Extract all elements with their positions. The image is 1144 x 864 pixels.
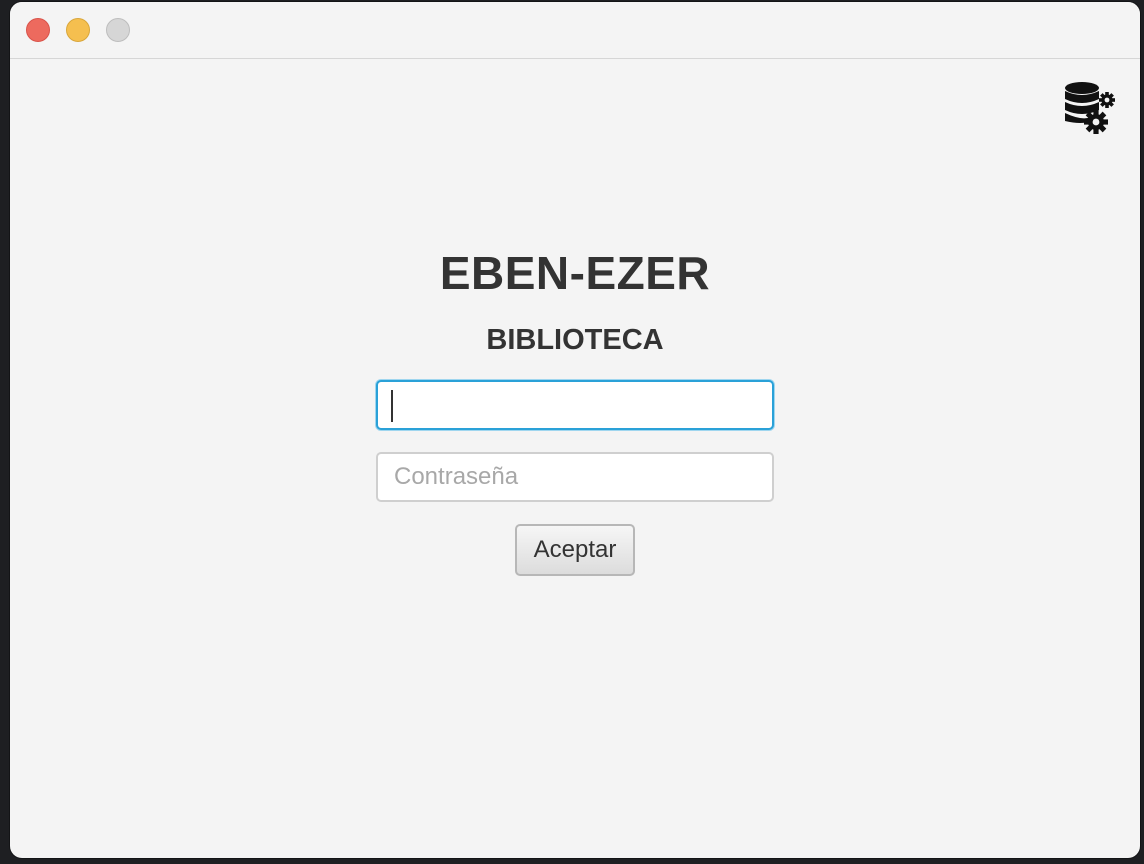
username-input[interactable] [376, 380, 774, 430]
close-window-button[interactable] [26, 18, 50, 42]
zoom-window-button[interactable] [106, 18, 130, 42]
password-input[interactable] [376, 452, 774, 502]
app-window: EBEN-EZER BIBLIOTECA Aceptar [10, 2, 1140, 858]
accept-button[interactable]: Aceptar [515, 524, 635, 576]
app-subtitle: BIBLIOTECA [486, 324, 664, 356]
title-bar[interactable] [10, 2, 1140, 59]
database-settings-icon[interactable] [1062, 80, 1118, 136]
text-caret [391, 390, 393, 422]
app-title: EBEN-EZER [439, 247, 711, 299]
minimize-window-button[interactable] [66, 18, 90, 42]
